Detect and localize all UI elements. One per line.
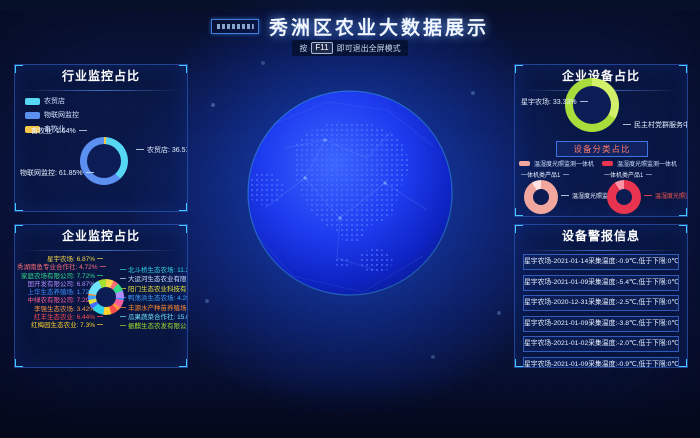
chart-label: 鸭荡浜生态农场: 4.29 [120, 294, 188, 303]
chart-callout: 民主村党群服务中心... [623, 120, 688, 130]
legend-item[interactable]: 农贸店 [25, 96, 79, 106]
chart-label: 振麒生态农发有限公司: 6.87% [120, 322, 188, 331]
panel-industry-monitor: 行业监控占比 农贸店 物联网监控 畜牧业 畜牧业: 1.64% [14, 64, 188, 212]
legend-swatch [25, 98, 40, 105]
chart-label: 红梅园生态农业: 7.3% [17, 322, 103, 330]
legend-swatch [25, 112, 40, 119]
chart-label: 丰源水产种苗养殖场: 1... [120, 304, 188, 313]
chart-label: 秀湖南鱼专业合作社: 4.72% [17, 264, 103, 272]
alarm-row: 星宇农场-2020-12-31采集温度:-2.5℃,低于下限:0℃ [523, 295, 679, 311]
chart-label: 北斗桥生态农场: 11.36% [120, 266, 188, 275]
chart-label: 阳门生态农业科技有限公... [120, 285, 188, 294]
chart-label: 一体机类产品1 [521, 170, 602, 179]
panel-title: 行业监控占比 [15, 65, 187, 87]
donut-chart[interactable] [524, 180, 558, 214]
legend-label: 温湿度光照监测一体机 [617, 159, 677, 168]
panel-title: 企业监控占比 [15, 225, 187, 247]
alarm-list: 星宇农场-2021-01-14采集温度:-0.9℃,低于下限:0℃ 星宇农场-2… [523, 254, 679, 368]
globe [245, 88, 455, 298]
device-category-chart: 温湿度光照监测一体机 一体机类产品1 温湿度光照监测一→ [519, 159, 602, 215]
legend-label: 农贸店 [44, 96, 65, 106]
legend-label: 物联网监控 [44, 110, 79, 120]
dashboard: 秀洲区农业大数据展示 按 F11 即可退出全屏模式 行业监控占比 农贸店 物联网… [0, 0, 700, 438]
alarm-row: 星宇农场-2021-01-14采集温度:-0.9℃,低于下限:0℃ [523, 254, 679, 270]
chart-callout: 温湿度光照监→ [644, 191, 688, 200]
chart-label: 一体机类产品1 [604, 170, 685, 179]
chart-callout: 畜牧业: 1.64% [31, 126, 87, 136]
panel-title: 设备警报信息 [515, 225, 687, 247]
alarm-row: 星宇农场-2021-01-09采集温度:-3.8℃,低于下限:0℃ [523, 316, 679, 332]
alarm-row: 星宇农场-2021-01-09采集温度:-0.9℃,低于下限:0℃ [523, 357, 679, 369]
legend-item[interactable]: 温湿度光照监测一体机 [602, 159, 685, 168]
f11-key: F11 [311, 42, 332, 54]
device-category-title: 设备分类占比 [556, 141, 648, 157]
alarm-row: 星宇农场-2021-01-02采集温度:-2.0℃,低于下限:0℃ [523, 336, 679, 352]
panel-enterprise-monitor: 企业监控占比 星宇农场: 6.87% 秀湖南鱼专业合作社: 4.72% 家庭农场… [14, 224, 188, 368]
legend-item[interactable]: 温湿度光照监测一体机 [519, 159, 602, 168]
hint-suffix: 即可退出全屏模式 [337, 43, 401, 54]
alarm-row: 星宇农场-2021-01-09采集温度:-5.4℃,低于下限:0℃ [523, 275, 679, 291]
panel-device-alarms: 设备警报信息 星宇农场-2021-01-14采集温度:-0.9℃,低于下限:0℃… [514, 224, 688, 368]
chart-callout: 农贸店: 36.51% [136, 145, 188, 155]
header: 秀洲区农业大数据展示 [0, 13, 700, 40]
donut-chart[interactable] [607, 180, 641, 214]
panel-device-ratio: 企业设备占比 星宇农场: 33.33% 民主村党群服务中心... 设备分类占比 … [514, 64, 688, 217]
legend-swatch [602, 161, 613, 166]
chart-callout: 星宇农场: 33.33% [521, 97, 588, 107]
device-category-charts: 温湿度光照监测一体机 一体机类产品1 温湿度光照监测一→ 温湿度光照监测一体机 … [519, 159, 685, 215]
legend-swatch [519, 161, 530, 166]
donut-chart[interactable] [88, 279, 124, 315]
fullscreen-hint: 按 F11 即可退出全屏模式 [0, 40, 700, 56]
legend-label: 温湿度光照监测一体机 [534, 159, 594, 168]
hint-prefix: 按 [299, 43, 307, 54]
background-dots [0, 0, 2, 2]
page-title: 秀洲区农业大数据展示 [269, 13, 489, 40]
chart-label: 家庭农场有限公司: 7.72% [17, 273, 103, 281]
chart-label: 瓜果蔬菜合作社: 15.02% [120, 313, 188, 322]
globe-graphic [245, 88, 455, 298]
chart-label: 大运河生态农业有限责任公... [120, 275, 188, 284]
enterprise-right-labels: 北斗桥生态农场: 11.36% 大运河生态农业有限责任公... 阳门生态农业科技… [120, 266, 188, 332]
legend-item[interactable]: 物联网监控 [25, 110, 79, 120]
brand-logo [211, 19, 259, 34]
chart-callout: 物联网监控: 61.85% [20, 168, 94, 178]
device-category-chart: 温湿度光照监测一体机 一体机类产品1 温湿度光照监→ [602, 159, 685, 215]
